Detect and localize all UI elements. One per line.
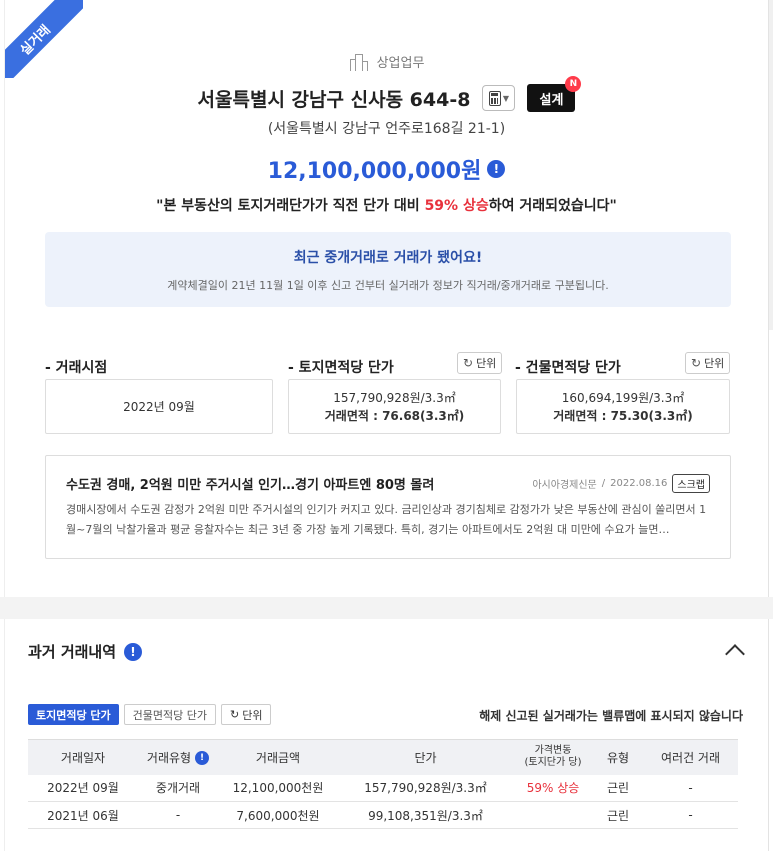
notice-prefix: "본 부동산의 토지거래단가가 직전 단가 대비 <box>156 198 425 214</box>
col-price-change-line1: 가격변동 <box>534 745 572 757</box>
refresh-icon: ↻ <box>230 708 240 721</box>
col-type: 거래유형! <box>138 739 218 775</box>
col-multi: 여러건 거래 <box>643 739 738 775</box>
price-row: 12,100,000,000원 ! <box>5 153 768 185</box>
section-divider <box>0 597 773 619</box>
notice-suffix: 하여 거래되었습니다" <box>488 198 617 214</box>
news-meta: 아시아경제신문 / 2022.08.16 스크랩 <box>532 474 710 493</box>
info-icon[interactable]: ! <box>195 751 210 766</box>
trade-time-box: 2022년 09월 <box>45 379 273 434</box>
building-icon <box>349 53 369 71</box>
trade-time-label: - 거래시점 <box>45 360 108 376</box>
transaction-price: 12,100,000,000원 <box>267 159 482 184</box>
row-amount: 12,100,000천원 <box>218 774 338 802</box>
land-area: 거래면적 : 76.68(3.3㎡) <box>324 408 465 423</box>
row-date: 2021년 06월 <box>28 801 138 829</box>
history-title: 과거 거래내역 <box>28 643 117 661</box>
row-category: 근린 <box>593 801 643 829</box>
news-separator: / <box>601 478 606 489</box>
calculator-button[interactable]: ▼ <box>482 85 516 111</box>
broker-notice-description: 계약체결일이 21년 11월 1일 이후 신고 건부터 실거래가 정보가 직거래… <box>167 279 609 292</box>
news-card[interactable]: 수도권 경매, 2억원 미만 주거시설 인기…경기 아파트엔 80명 몰려 아시… <box>45 455 731 559</box>
tab-land-unit-price[interactable]: 토지면적당 단가 <box>28 704 119 725</box>
history-notice: 해제 신고된 실거래가는 밸류맵에 표시되지 않습니다 <box>479 709 743 723</box>
table-row[interactable]: 2021년 06월 - 7,600,000천원 99,108,351원/3.3㎡… <box>28 801 738 829</box>
row-amount: 7,600,000천원 <box>218 801 338 829</box>
tab-building-unit-price[interactable]: 건물면적당 단가 <box>123 704 217 725</box>
unit-button-label: 단위 <box>242 708 263 722</box>
row-type: 중개거래 <box>138 774 218 802</box>
history-header: 과거 거래내역 ! <box>28 641 143 662</box>
col-date: 거래일자 <box>28 739 138 775</box>
row-unit-price: 157,790,928원/3.3㎡ <box>338 774 513 802</box>
row-unit-price: 99,108,351원/3.3㎡ <box>338 801 513 829</box>
land-unit-button[interactable]: ↻ 단위 <box>457 352 503 374</box>
category-row: 상업업무 <box>5 52 768 71</box>
history-unit-button[interactable]: ↻ 단위 <box>221 704 272 725</box>
col-unit-price: 단가 <box>338 739 513 775</box>
background-strip <box>769 0 773 330</box>
unit-button-label: 단위 <box>704 357 725 370</box>
land-unit-label: - 토지면적당 단가 <box>288 360 394 376</box>
history-tabs: 토지면적당 단가 건물면적당 단가 ↻ 단위 <box>28 704 272 725</box>
history-table: 거래일자 거래유형! 거래금액 단가 가격변동 (토지단가 당) 유형 여러건 거… <box>28 739 738 829</box>
design-button-label: 설계 <box>539 92 564 108</box>
address-title: 서울특별시 강남구 신사동 644-8 <box>197 88 471 111</box>
road-address: (서울특별시 강남구 언주로168길 21-1) <box>267 121 506 137</box>
refresh-icon: ↻ <box>691 356 702 370</box>
row-multi: - <box>643 801 738 829</box>
broker-notice-title: 최근 중개거래로 거래가 됐어요! <box>293 250 483 266</box>
col-price-change-line2: (토지단가 당) <box>524 757 582 769</box>
address-row: 서울특별시 강남구 신사동 644-8 ▼ 설계 N <box>5 76 768 112</box>
caret-down-icon: ▼ <box>502 93 510 103</box>
info-icon[interactable]: ! <box>124 642 143 661</box>
scrap-button[interactable]: 스크랩 <box>672 474 710 493</box>
col-category: 유형 <box>593 739 643 775</box>
row-change: 59% 상승 <box>513 774 593 802</box>
building-unit-box: 160,694,199원/3.3㎡ 거래면적 : 75.30(3.3㎡) <box>516 379 730 434</box>
building-unit-label: - 건물면적당 단가 <box>515 360 621 376</box>
trade-time-value: 2022년 09월 <box>123 399 195 414</box>
table-header-row: 거래일자 거래유형! 거래금액 단가 가격변동 (토지단가 당) 유형 여러건 거… <box>28 739 738 775</box>
news-title[interactable]: 수도권 경매, 2억원 미만 주거시설 인기…경기 아파트엔 80명 몰려 <box>66 474 434 493</box>
news-source: 아시아경제신문 <box>532 480 597 491</box>
land-unit-box: 157,790,928원/3.3㎡ 거래면적 : 76.68(3.3㎡) <box>288 379 501 434</box>
row-change <box>513 801 593 829</box>
price-change-notice: "본 부동산의 토지거래단가가 직전 단가 대비 59% 상승하여 거래되었습니… <box>5 195 768 215</box>
news-body: 경매시장에서 수도권 감정가 2억원 미만 주거시설의 인기가 커지고 있다. … <box>66 503 707 536</box>
table-row[interactable]: 2022년 09월 중개거래 12,100,000천원 157,790,928원… <box>28 774 738 802</box>
design-button[interactable]: 설계 N <box>527 76 582 112</box>
info-icon[interactable]: ! <box>487 160 506 178</box>
refresh-icon: ↻ <box>463 356 474 370</box>
news-date: 2022.08.16 <box>610 478 668 489</box>
broker-notice-box: 최근 중개거래로 거래가 됐어요! 계약체결일이 21년 11월 1일 이후 신… <box>45 232 731 307</box>
unit-button-label: 단위 <box>476 357 497 370</box>
col-amount: 거래금액 <box>218 739 338 775</box>
building-area: 거래면적 : 75.30(3.3㎡) <box>553 408 693 423</box>
chevron-up-icon[interactable] <box>725 640 745 660</box>
notice-highlight: 59% 상승 <box>424 198 489 214</box>
land-unit-price: 157,790,928원/3.3㎡ <box>333 390 456 405</box>
col-price-change: 가격변동 (토지단가 당) <box>513 739 593 775</box>
category-label: 상업업무 <box>376 56 425 71</box>
row-category: 근린 <box>593 774 643 802</box>
col-type-label: 거래유형 <box>146 750 192 765</box>
new-badge: N <box>565 76 582 92</box>
row-type: - <box>138 801 218 829</box>
building-unit-price: 160,694,199원/3.3㎡ <box>561 390 685 405</box>
calculator-icon <box>488 90 501 106</box>
row-date: 2022년 09월 <box>28 774 138 802</box>
row-multi: - <box>643 774 738 802</box>
building-unit-button[interactable]: ↻ 단위 <box>685 352 731 374</box>
